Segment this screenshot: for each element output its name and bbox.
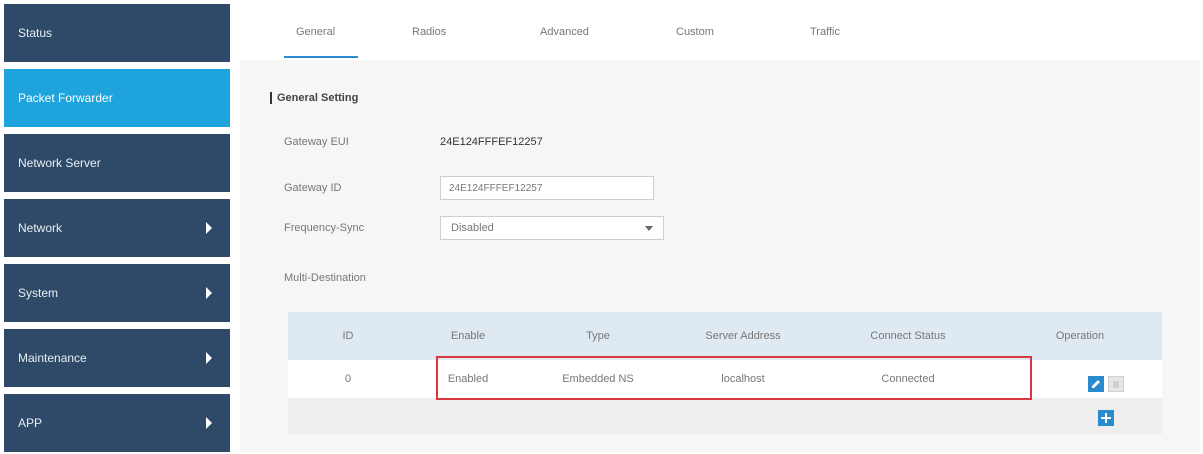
plus-icon bbox=[1101, 413, 1111, 423]
column-header-enable: Enable bbox=[450, 330, 486, 342]
multi-destination-label: Multi-Destination bbox=[284, 272, 366, 284]
tab-traffic[interactable]: Traffic bbox=[810, 26, 840, 38]
sidebar-item-label: APP bbox=[18, 416, 43, 430]
gateway-eui-label: Gateway EUI bbox=[284, 136, 349, 148]
edit-icon bbox=[1092, 380, 1100, 388]
sidebar-item-label: Maintenance bbox=[18, 351, 87, 365]
chevron-down-icon bbox=[645, 226, 653, 231]
sidebar-item-label: System bbox=[18, 286, 59, 300]
sidebar-item-label: Network Server bbox=[18, 156, 101, 170]
tab-bar: General Radios Advanced Custom Traffic bbox=[240, 4, 1200, 60]
tab-general[interactable]: General bbox=[296, 26, 335, 38]
cell-enable: Enabled bbox=[447, 373, 489, 385]
frequency-sync-select[interactable]: Disabled bbox=[440, 216, 664, 240]
table-row: 0 Enabled Embedded NS localhost Connecte… bbox=[288, 360, 1162, 398]
column-header-type: Type bbox=[586, 330, 610, 342]
edit-button[interactable] bbox=[1088, 376, 1104, 392]
sidebar-item-network-server[interactable]: Network Server bbox=[4, 134, 230, 192]
table-footer bbox=[288, 398, 1162, 434]
delete-button[interactable] bbox=[1108, 376, 1124, 392]
tab-custom[interactable]: Custom bbox=[676, 26, 714, 38]
sidebar-item-label: Packet Forwarder bbox=[18, 91, 113, 105]
table-header: ID Enable Type Server Address Connect St… bbox=[288, 312, 1162, 360]
delete-icon bbox=[1113, 381, 1119, 388]
sidebar-item-label: Status bbox=[18, 26, 53, 40]
column-header-server-address: Server Address bbox=[705, 330, 781, 342]
chevron-right-icon bbox=[206, 352, 212, 364]
chevron-right-icon bbox=[206, 222, 212, 234]
multi-destination-table: ID Enable Type Server Address Connect St… bbox=[288, 312, 1162, 434]
column-header-id: ID bbox=[342, 330, 354, 342]
sidebar-item-network[interactable]: Network bbox=[4, 199, 230, 257]
frequency-sync-label: Frequency-Sync bbox=[284, 222, 365, 234]
column-header-operation: Operation bbox=[1055, 330, 1105, 342]
sidebar-item-app[interactable]: APP bbox=[4, 394, 230, 452]
section-title: General Setting bbox=[270, 92, 358, 104]
cell-server-address: localhost bbox=[721, 373, 765, 385]
column-header-connect-status: Connect Status bbox=[870, 330, 946, 342]
sidebar-item-status[interactable]: Status bbox=[4, 4, 230, 62]
tab-radios[interactable]: Radios bbox=[412, 26, 446, 38]
gateway-eui-value: 24E124FFFEF12257 bbox=[440, 136, 543, 148]
tab-advanced[interactable]: Advanced bbox=[540, 26, 589, 38]
sidebar-item-packet-forwarder[interactable]: Packet Forwarder bbox=[4, 69, 230, 127]
cell-id: 0 bbox=[344, 373, 352, 385]
sidebar-item-maintenance[interactable]: Maintenance bbox=[4, 329, 230, 387]
cell-connect-status: Connected bbox=[881, 373, 935, 385]
main-panel: General Radios Advanced Custom Traffic G… bbox=[240, 4, 1200, 452]
chevron-right-icon bbox=[206, 287, 212, 299]
active-tab-indicator bbox=[284, 56, 358, 58]
gateway-id-label: Gateway ID bbox=[284, 182, 342, 194]
add-button[interactable] bbox=[1098, 410, 1114, 426]
sidebar: Status Packet Forwarder Network Server N… bbox=[4, 4, 230, 452]
sidebar-item-label: Network bbox=[18, 221, 63, 235]
gateway-id-input[interactable] bbox=[440, 176, 654, 200]
chevron-right-icon bbox=[206, 417, 212, 429]
frequency-sync-value: Disabled bbox=[451, 222, 494, 234]
cell-type: Embedded NS bbox=[562, 373, 634, 385]
sidebar-item-system[interactable]: System bbox=[4, 264, 230, 322]
